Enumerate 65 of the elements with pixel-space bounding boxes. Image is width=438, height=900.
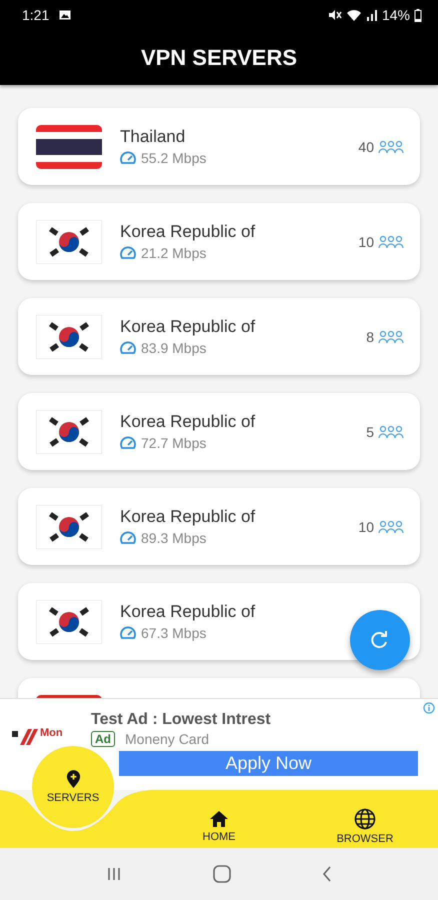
users-icon xyxy=(378,140,404,154)
server-card[interactable]: Thailand 55.2 Mbps 40 xyxy=(18,108,420,185)
home-icon xyxy=(209,810,229,828)
server-name: Korea Republic of xyxy=(120,317,256,337)
speedometer-icon xyxy=(120,531,136,545)
speedometer-icon xyxy=(120,436,136,450)
speedometer-icon xyxy=(120,246,136,260)
mute-icon xyxy=(328,9,342,21)
status-time: 1:21 xyxy=(22,7,50,23)
user-count: 8 xyxy=(366,328,374,344)
battery-level: 14% xyxy=(382,7,410,23)
logo-text: Mon xyxy=(40,727,63,739)
server-card[interactable]: Korea Republic of 21.2 Mbps 10 xyxy=(18,203,420,280)
server-card[interactable]: Korea Republic of 89.3 Mbps 10 xyxy=(18,488,420,565)
flag-icon xyxy=(36,504,102,548)
refresh-icon xyxy=(370,630,390,650)
server-name: Korea Republic of xyxy=(120,222,256,242)
page-title: VPN SERVERS xyxy=(140,44,298,70)
server-name: Korea Republic of xyxy=(120,507,256,527)
server-speed: 67.3 Mbps xyxy=(141,625,206,641)
globe-icon xyxy=(354,808,376,830)
users-icon xyxy=(378,330,404,344)
advertiser-name: Moneny Card xyxy=(125,731,210,747)
server-speed: 72.7 Mbps xyxy=(141,435,206,451)
users-icon xyxy=(378,520,404,534)
flag-icon xyxy=(36,220,102,264)
signal-icon xyxy=(366,9,378,21)
home-button-icon[interactable] xyxy=(212,865,231,883)
flag-icon xyxy=(36,314,102,358)
ad-badge: Ad xyxy=(91,731,115,747)
server-speed: 55.2 Mbps xyxy=(141,150,206,166)
ad-title: Test Ad : Lowest Intrest xyxy=(91,711,272,729)
nav-tab[interactable]: BROWSER xyxy=(292,790,438,848)
flag-icon xyxy=(36,124,102,168)
speedometer-icon xyxy=(120,341,136,355)
battery-icon xyxy=(414,8,422,22)
server-name: Thailand xyxy=(120,127,186,147)
server-card[interactable]: Korea Republic of 83.9 Mbps 8 xyxy=(18,298,420,375)
user-count: 40 xyxy=(358,138,374,154)
ad-banner[interactable]: Mon Test Ad : Lowest Intrest Ad Moneny Card Apply Now xyxy=(0,698,438,790)
server-speed: 21.2 Mbps xyxy=(141,245,206,261)
speedometer-icon xyxy=(120,626,136,640)
server-speed: 83.9 Mbps xyxy=(141,340,206,356)
info-icon[interactable] xyxy=(423,702,435,714)
gallery-icon xyxy=(59,10,72,20)
flag-icon xyxy=(36,410,102,454)
server-name: Korea Republic of xyxy=(120,602,256,622)
recent-apps-icon[interactable] xyxy=(106,867,122,881)
users-icon xyxy=(378,234,404,248)
server-card[interactable]: Korea Republic of 67.3 Mbps xyxy=(18,583,420,660)
wifi-icon xyxy=(346,9,362,21)
users-icon xyxy=(378,424,404,438)
apply-button[interactable]: Apply Now xyxy=(119,751,418,776)
nav-tab[interactable]: HOME xyxy=(146,790,292,848)
server-speed: 89.3 Mbps xyxy=(141,530,206,546)
user-count: 10 xyxy=(358,518,374,534)
flag-icon xyxy=(36,600,102,644)
server-name: Korea Republic of xyxy=(120,412,256,432)
speedometer-icon xyxy=(120,151,136,165)
user-count: 10 xyxy=(358,234,374,250)
logo-icon xyxy=(12,727,38,747)
server-card[interactable]: Korea Republic of 72.7 Mbps 5 xyxy=(18,393,420,470)
back-icon[interactable] xyxy=(322,866,332,882)
user-count: 5 xyxy=(366,424,374,440)
location-pin-icon xyxy=(66,770,80,789)
